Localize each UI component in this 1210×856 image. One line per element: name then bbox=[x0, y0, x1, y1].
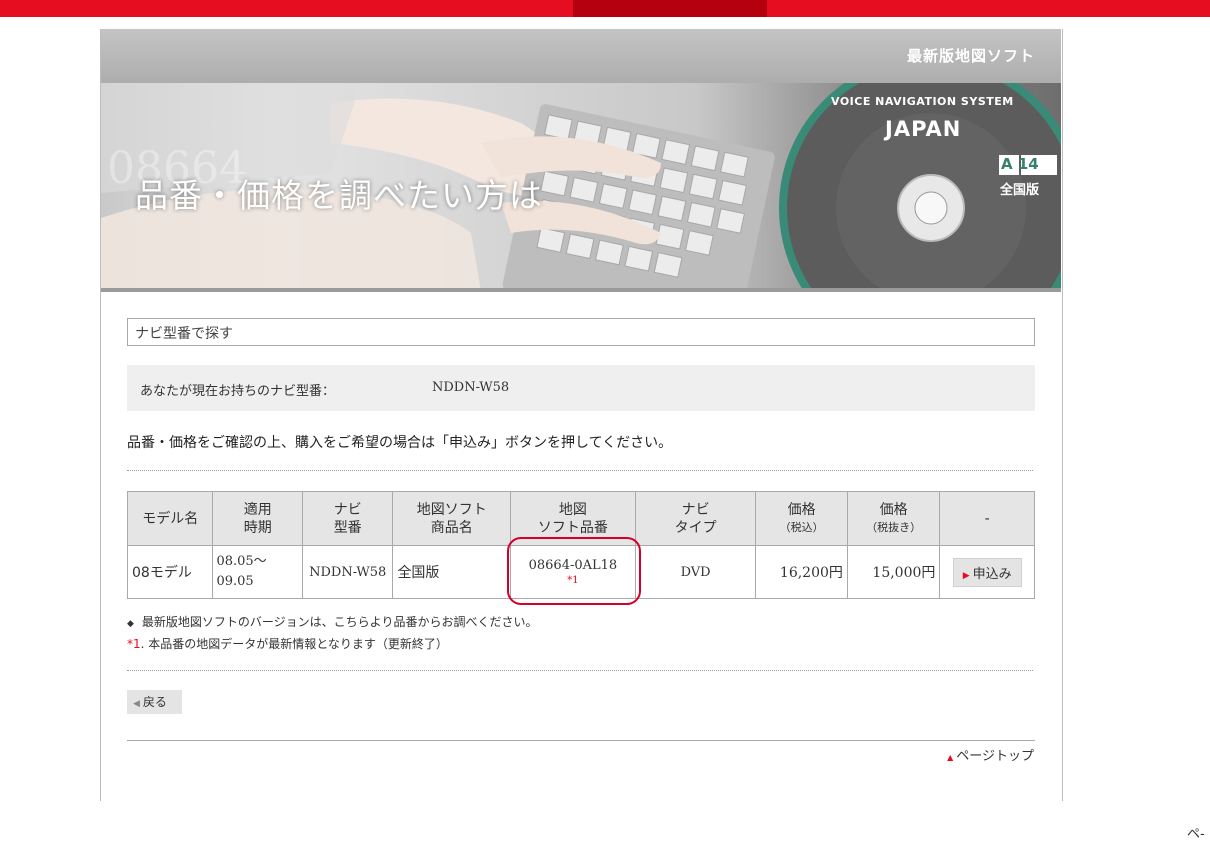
arrow-right-icon: ▶ bbox=[962, 570, 970, 581]
disc-system-label: VOICE NAVIGATION SYSTEM bbox=[831, 95, 1014, 108]
top-brand-bar bbox=[0, 0, 1210, 17]
notes-section: ◆ 最新版地図ソフトのバージョンは、こちらより品番からお調べください。 *1. 本… bbox=[127, 612, 537, 654]
note-latest: *1. 本品番の地図データが最新情報となります（更新終了） bbox=[127, 637, 448, 651]
col-header-price-tax-ex: 価格 （税抜き） bbox=[846, 491, 941, 546]
col-header-navi-type: ナビ タイプ bbox=[634, 491, 757, 546]
cell-period: 08.05～ 09.05 bbox=[212, 545, 303, 599]
col-header-period: 適用 時期 bbox=[212, 491, 303, 546]
top-bar-active-segment bbox=[573, 0, 767, 17]
note-ref-mark: *1 bbox=[127, 637, 141, 651]
banner-divider bbox=[101, 288, 1061, 292]
dotted-divider-top bbox=[127, 470, 1033, 471]
diamond-bullet-icon: ◆ bbox=[127, 619, 134, 629]
section-title: ナビ型番で探す bbox=[135, 326, 233, 342]
highlight-annotation bbox=[507, 537, 641, 605]
cell-model: 08モデル bbox=[126, 545, 214, 599]
cell-action: ▶ 申込み bbox=[939, 545, 1035, 599]
banner-heading: 品番・価格を調べたい方は bbox=[135, 176, 543, 215]
col-header-action: - bbox=[939, 491, 1035, 546]
cell-price-tax-in: 16,200円 bbox=[755, 545, 848, 599]
cell-price-tax-ex: 15,000円 bbox=[846, 545, 941, 599]
back-button[interactable]: ◀ 戻る bbox=[127, 690, 182, 714]
apply-button[interactable]: ▶ 申込み bbox=[952, 557, 1022, 587]
cell-product: 全国版 bbox=[392, 545, 512, 599]
col-header-model: モデル名 bbox=[126, 491, 214, 546]
col-header-product: 地図ソフト 商品名 bbox=[392, 491, 512, 546]
cell-navi-type: DVD bbox=[634, 545, 757, 599]
col-header-navi-model: ナビ 型番 bbox=[301, 491, 394, 546]
section-title-box: ナビ型番で探す bbox=[127, 318, 1035, 346]
arrow-left-icon: ◀ bbox=[133, 699, 140, 709]
current-model-box: あなたが現在お持ちのナビ型番： NDDN-W58 bbox=[127, 365, 1035, 411]
disc-country-label: JAPAN bbox=[885, 117, 962, 141]
instruction-text: 品番・価格をご確認の上、購入をご希望の場合は「申込み」ボタンを押してください。 bbox=[127, 435, 673, 451]
disc-area-code: A 14 bbox=[1001, 155, 1039, 173]
footer-divider bbox=[127, 740, 1035, 741]
current-model-value: NDDN-W58 bbox=[432, 380, 510, 395]
header-title: 最新版地図ソフト bbox=[906, 47, 1035, 65]
note-version: ◆ 最新版地図ソフトのバージョンは、こちらより品番からお調べください。 bbox=[127, 615, 538, 629]
cell-navi-model: NDDN-W58 bbox=[301, 545, 394, 599]
header-bar: 最新版地図ソフト bbox=[101, 29, 1061, 83]
col-header-price-tax-in: 価格 （税込） bbox=[755, 491, 848, 546]
page-top-link[interactable]: ▲ ページトップ bbox=[947, 745, 1034, 764]
arrow-up-icon: ▲ bbox=[947, 753, 954, 762]
edge-text-fragment: ペ- bbox=[1187, 827, 1205, 842]
dotted-divider-bottom bbox=[127, 670, 1033, 671]
current-model-label: あなたが現在お持ちのナビ型番： bbox=[140, 384, 336, 399]
disc-edition-label: 全国版 bbox=[1000, 183, 1040, 198]
banner-image: 08664 VOICE NAVIGATION SYSTEM JAPAN A 14… bbox=[101, 83, 1061, 291]
